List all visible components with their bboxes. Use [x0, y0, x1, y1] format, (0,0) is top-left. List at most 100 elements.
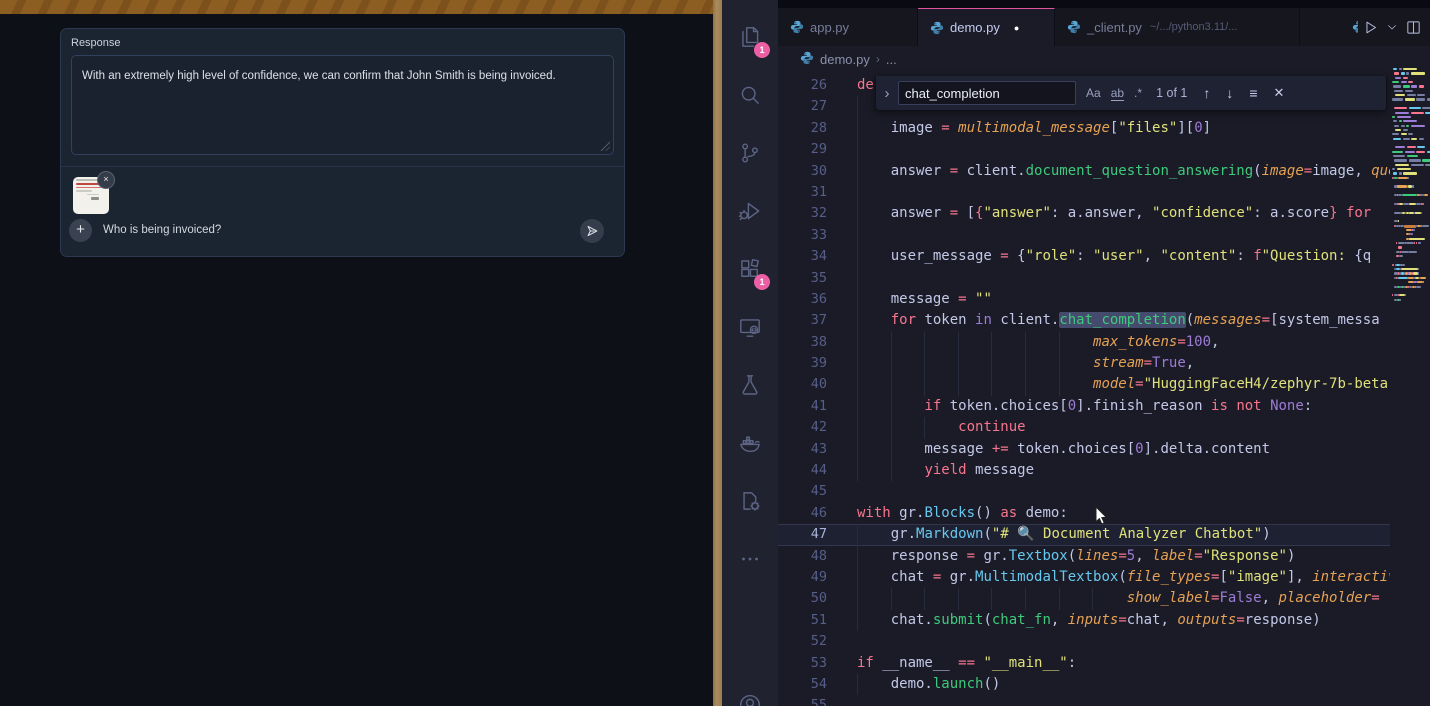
send-button[interactable]: [580, 219, 604, 243]
account-activity-item[interactable]: [722, 680, 778, 706]
line-number: 50: [778, 588, 827, 609]
send-icon: [585, 224, 599, 238]
indent-guide: [857, 182, 858, 203]
code-line-38[interactable]: 38 max_tokens=100,: [778, 332, 1390, 353]
tab-demo.py[interactable]: demo.py●: [918, 8, 1055, 46]
minimap-line: [1392, 146, 1425, 148]
extensions-activity-item[interactable]: 1: [722, 244, 778, 294]
code-line-49[interactable]: 49 chat = gr.MultimodalTextbox(file_type…: [778, 567, 1390, 588]
run-button[interactable]: [1362, 19, 1379, 36]
attachment-close-button[interactable]: ×: [97, 171, 115, 189]
minimap-line: [1392, 98, 1430, 100]
minimap-line: [1392, 299, 1401, 301]
search-match-highlight: chat_completion: [1059, 312, 1185, 328]
find-close-button[interactable]: ✕: [1274, 85, 1285, 101]
breadcrumb[interactable]: demo.py › ...: [778, 46, 1430, 72]
code-line-43[interactable]: 43 message += token.choices[0].delta.con…: [778, 439, 1390, 460]
minimap-line: [1392, 68, 1417, 70]
gradio-app-panel: Response With an extremely high level of…: [0, 0, 713, 706]
code-editor[interactable]: 26def chat_fn(multimodal_message):2728 i…: [778, 72, 1390, 706]
code-line-31[interactable]: 31: [778, 182, 1390, 203]
minimap-line: [1392, 112, 1430, 114]
run-dropdown-chevron[interactable]: [1386, 21, 1398, 33]
source-control-icon: [737, 140, 763, 166]
explorer-activity-item[interactable]: 1: [722, 12, 778, 62]
line-content: if __name__ == "__main__":: [857, 653, 1076, 674]
line-content: answer = client.document_question_answer…: [857, 161, 1390, 182]
code-line-46[interactable]: 46with gr.Blocks() as demo:: [778, 503, 1390, 524]
line-content: response = gr.Textbox(lines=5, label="Re…: [857, 546, 1295, 567]
line-number: 35: [778, 268, 827, 289]
code-line-48[interactable]: 48 response = gr.Textbox(lines=5, label=…: [778, 546, 1390, 567]
code-line-54[interactable]: 54 demo.launch(): [778, 674, 1390, 695]
code-line-32[interactable]: 32 answer = [{"answer": a.answer, "confi…: [778, 203, 1390, 224]
line-number: 51: [778, 610, 827, 631]
vscode-window: 1 1 app.pydemo.py●_client.py~/.../python3…: [722, 0, 1430, 706]
docker-activity-item[interactable]: [722, 418, 778, 468]
remote-explorer-activity-item[interactable]: [722, 302, 778, 352]
code-line-28[interactable]: 28 image = multimodal_message["files"][0…: [778, 118, 1390, 139]
code-line-45[interactable]: 45: [778, 481, 1390, 502]
tab-_client.py[interactable]: _client.py~/.../python3.11/...: [1055, 8, 1300, 46]
split-editor-button[interactable]: [1405, 19, 1422, 36]
match-case-toggle[interactable]: Aa: [1086, 86, 1101, 100]
find-previous-button[interactable]: ↑: [1203, 85, 1210, 101]
source-control-activity-item[interactable]: [722, 128, 778, 178]
chat-input[interactable]: Who is being invoiced?: [103, 224, 221, 236]
breadcrumb-separator: ›: [876, 52, 880, 66]
whole-word-toggle[interactable]: ab: [1111, 86, 1124, 101]
line-content: chat = gr.MultimodalTextbox(file_types=[…: [857, 567, 1390, 588]
snippets-activity-item[interactable]: [722, 476, 778, 526]
code-line-40[interactable]: 40 model="HuggingFaceH4/zephyr-7b-beta: [778, 374, 1390, 395]
minimap-line: [1392, 286, 1421, 288]
code-line-47[interactable]: 47 gr.Markdown("# 🔍 Document Analyzer Ch…: [778, 524, 1390, 545]
code-line-41[interactable]: 41 if token.choices[0].finish_reason is …: [778, 396, 1390, 417]
minimap-line: [1392, 238, 1425, 240]
code-line-51[interactable]: 51 chat.submit(chat_fn, inputs=chat, out…: [778, 610, 1390, 631]
regex-toggle[interactable]: .*: [1134, 86, 1142, 100]
minimap-line: [1392, 203, 1424, 205]
code-line-50[interactable]: 50 show_label=False, placeholder=: [778, 588, 1390, 609]
tab-app.py[interactable]: app.py: [778, 8, 918, 46]
add-file-button[interactable]: +: [69, 219, 92, 242]
more-activity-item[interactable]: [722, 534, 778, 584]
breadcrumb-file[interactable]: demo.py: [820, 52, 870, 67]
code-line-55[interactable]: 55: [778, 695, 1390, 706]
code-line-36[interactable]: 36 message = "": [778, 289, 1390, 310]
run-debug-activity-item[interactable]: [722, 186, 778, 236]
line-content: chat.submit(chat_fn, inputs=chat, output…: [857, 610, 1321, 631]
minimap-line: [1392, 272, 1419, 274]
find-input[interactable]: chat_completion: [898, 81, 1076, 105]
minimap-line: [1392, 164, 1430, 166]
line-content: demo.launch(): [857, 674, 1000, 695]
find-next-button[interactable]: ↓: [1226, 85, 1233, 101]
minimap[interactable]: [1390, 60, 1430, 706]
minimap-line: [1392, 159, 1430, 161]
code-line-35[interactable]: 35: [778, 268, 1390, 289]
minimap-line: [1392, 151, 1430, 153]
find-in-selection-button[interactable]: ≡: [1249, 85, 1257, 101]
resize-grip[interactable]: [600, 141, 610, 151]
line-content: stream=True,: [857, 353, 1194, 374]
search-activity-item[interactable]: [722, 70, 778, 120]
minimap-line: [1392, 233, 1413, 235]
find-widget: › chat_completion Aa ab .* 1 of 1 ↑ ↓ ≡ …: [875, 76, 1387, 111]
run-debug-icon: [737, 198, 763, 224]
code-line-44[interactable]: 44 yield message: [778, 460, 1390, 481]
response-textbox[interactable]: With an extremely high level of confiden…: [71, 55, 614, 155]
code-line-33[interactable]: 33: [778, 225, 1390, 246]
code-line-30[interactable]: 30 answer = client.document_question_ans…: [778, 161, 1390, 182]
mouse-cursor: [1095, 506, 1109, 526]
breadcrumb-more[interactable]: ...: [886, 52, 897, 67]
line-content: model="HuggingFaceH4/zephyr-7b-beta: [857, 374, 1388, 395]
minimap-line: [1392, 268, 1419, 270]
find-expand-chevron[interactable]: ›: [876, 85, 898, 102]
code-line-29[interactable]: 29: [778, 139, 1390, 160]
code-line-52[interactable]: 52: [778, 631, 1390, 652]
code-line-53[interactable]: 53if __name__ == "__main__":: [778, 653, 1390, 674]
code-line-34[interactable]: 34 user_message = {"role": "user", "cont…: [778, 246, 1390, 267]
testing-activity-item[interactable]: [722, 360, 778, 410]
code-line-42[interactable]: 42 continue: [778, 417, 1390, 438]
code-line-39[interactable]: 39 stream=True,: [778, 353, 1390, 374]
code-line-37[interactable]: 37 for token in client.chat_completion(m…: [778, 310, 1390, 331]
